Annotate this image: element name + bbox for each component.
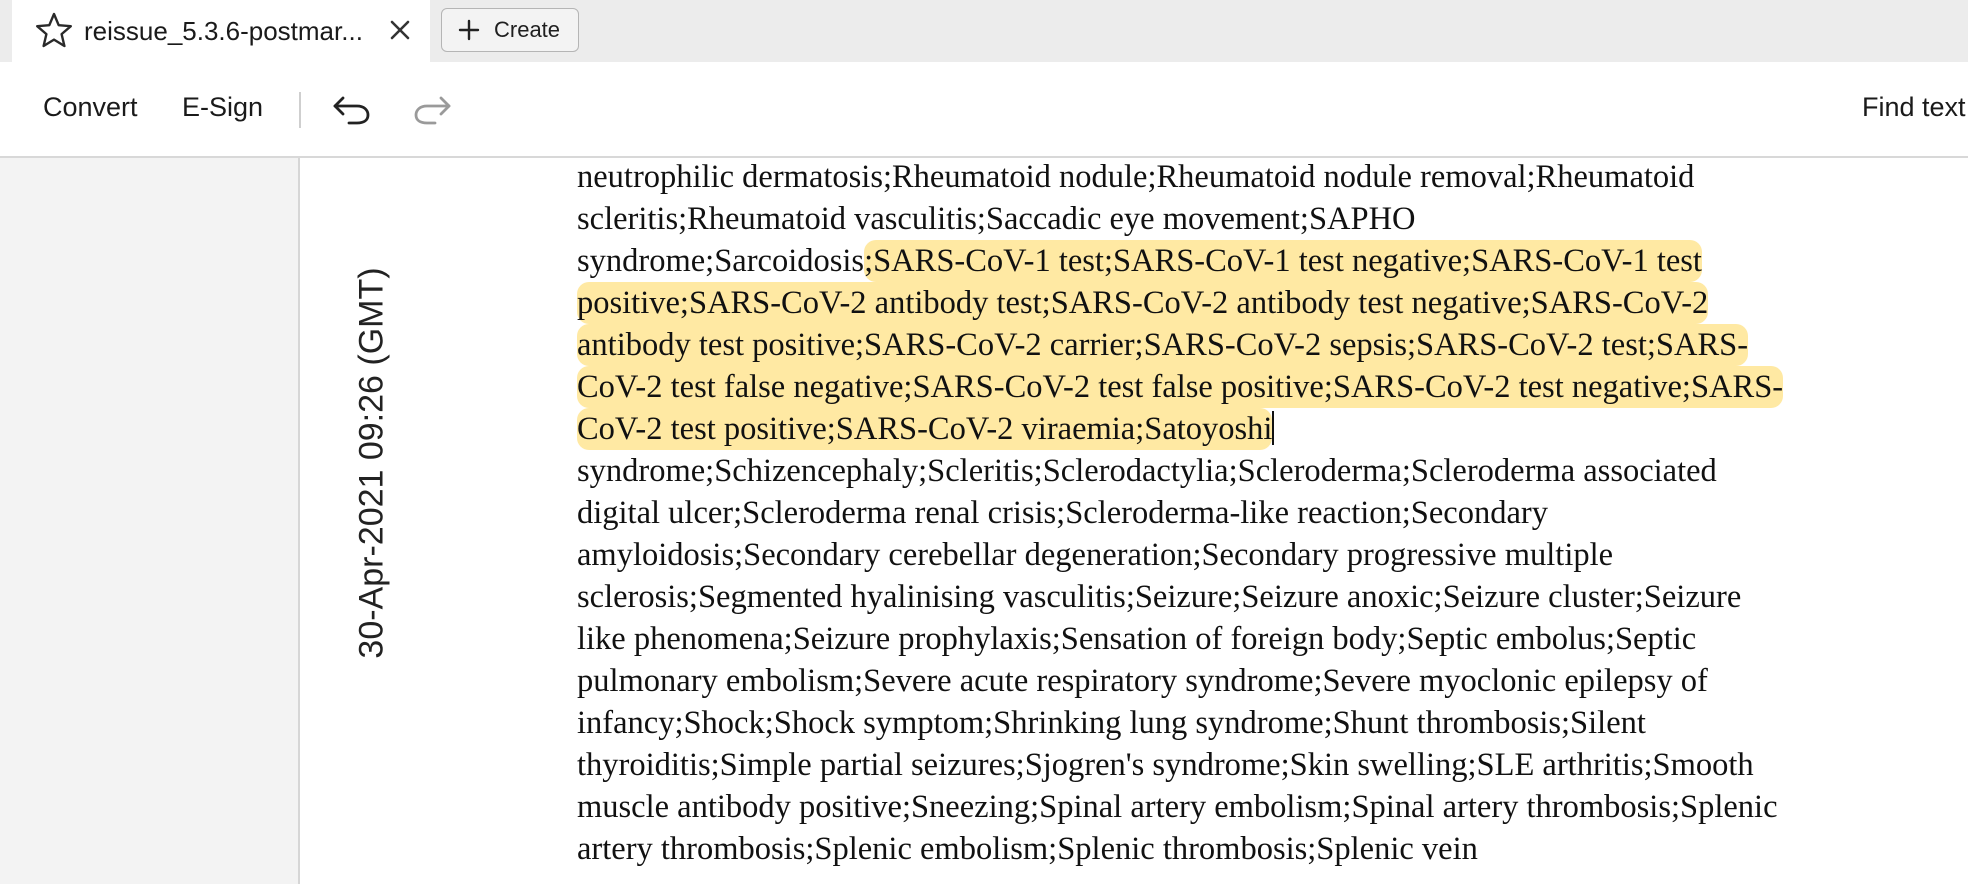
document-text-line: artery thrombosis;Splenic embolism;Splen… [577,828,1967,870]
text-run: scleritis;Rheumatoid vasculitis;Saccadic… [577,201,1416,237]
text-run: sclerosis;Segmented hyalinising vasculit… [577,579,1742,615]
document-text-line: positive;SARS-CoV-2 antibody test;SARS-C… [577,282,1967,324]
document-text-line: pulmonary embolism;Severe acute respirat… [577,660,1967,702]
tab-title: reissue_5.3.6-postmar... [84,16,363,46]
document-text-line: infancy;Shock;Shock symptom;Shrinking lu… [577,702,1967,744]
text-run: digital ulcer;Scleroderma renal crisis;S… [577,495,1548,531]
document-text-line: syndrome;Sarcoidosis;SARS-CoV-1 test;SAR… [577,240,1967,282]
document-text-line: digital ulcer;Scleroderma renal crisis;S… [577,492,1967,534]
undo-icon[interactable] [331,90,373,126]
highlighted-text[interactable]: ;SARS-CoV-1 test;SARS-CoV-1 test negativ… [864,240,1702,282]
toolbar-divider [299,92,301,128]
rotated-timestamp: 30-Apr-2021 09:26 (GMT) [352,267,391,659]
text-run: pulmonary embolism;Severe acute respirat… [577,663,1708,699]
esign-button[interactable]: E-Sign [182,92,263,123]
text-run: thyroiditis;Simple partial seizures;Sjog… [577,747,1754,783]
toolbar: Convert E-Sign Find text [0,62,1968,158]
document-tab[interactable]: reissue_5.3.6-postmar... [12,0,430,62]
document-text-line: like phenomena;Seizure prophylaxis;Sensa… [577,618,1967,660]
text-run: neutrophilic dermatosis;Rheumatoid nodul… [577,159,1695,195]
document-text-line: CoV-2 test false negative;SARS-CoV-2 tes… [577,366,1967,408]
document-text-line: CoV-2 test positive;SARS-CoV-2 viraemia;… [577,408,1967,450]
text-run: syndrome;Schizencephaly;Scleritis;Sclero… [577,453,1717,489]
document-text-line: muscle antibody positive;Sneezing;Spinal… [577,786,1967,828]
text-run: artery thrombosis;Splenic embolism;Splen… [577,831,1478,867]
highlighted-text[interactable]: positive;SARS-CoV-2 antibody test;SARS-C… [577,282,1709,324]
document-text[interactable]: neutrophilic dermatosis;Rheumatoid nodul… [577,156,1967,870]
highlighted-text[interactable]: CoV-2 test false negative;SARS-CoV-2 tes… [577,366,1784,408]
redo-icon[interactable] [411,90,453,126]
text-cursor [1272,411,1275,445]
star-icon[interactable] [34,10,74,50]
document-text-line: antibody test positive;SARS-CoV-2 carrie… [577,324,1967,366]
highlighted-text[interactable]: CoV-2 test positive;SARS-CoV-2 viraemia;… [577,408,1273,450]
close-icon[interactable] [384,14,416,46]
text-run: infancy;Shock;Shock symptom;Shrinking lu… [577,705,1646,741]
convert-button[interactable]: Convert [43,92,138,123]
document-text-line: neutrophilic dermatosis;Rheumatoid nodul… [577,156,1967,198]
plus-icon [458,19,480,41]
document-text-line: scleritis;Rheumatoid vasculitis;Saccadic… [577,198,1967,240]
document-text-line: sclerosis;Segmented hyalinising vasculit… [577,576,1967,618]
text-run: amyloidosis;Secondary cerebellar degener… [577,537,1614,573]
highlighted-text[interactable]: antibody test positive;SARS-CoV-2 carrie… [577,324,1749,366]
document-text-line: syndrome;Schizencephaly;Scleritis;Sclero… [577,450,1967,492]
side-panel [0,158,300,884]
document-text-line: amyloidosis;Secondary cerebellar degener… [577,534,1967,576]
text-run: like phenomena;Seizure prophylaxis;Sensa… [577,621,1697,657]
tab-bar: reissue_5.3.6-postmar... Create [0,0,1968,62]
text-run: syndrome;Sarcoidosis [577,243,865,279]
document-text-line: thyroiditis;Simple partial seizures;Sjog… [577,744,1967,786]
text-run: muscle antibody positive;Sneezing;Spinal… [577,789,1778,825]
create-button-label: Create [494,17,561,42]
find-text-button[interactable]: Find text [1862,92,1966,123]
create-button[interactable]: Create [441,8,579,52]
